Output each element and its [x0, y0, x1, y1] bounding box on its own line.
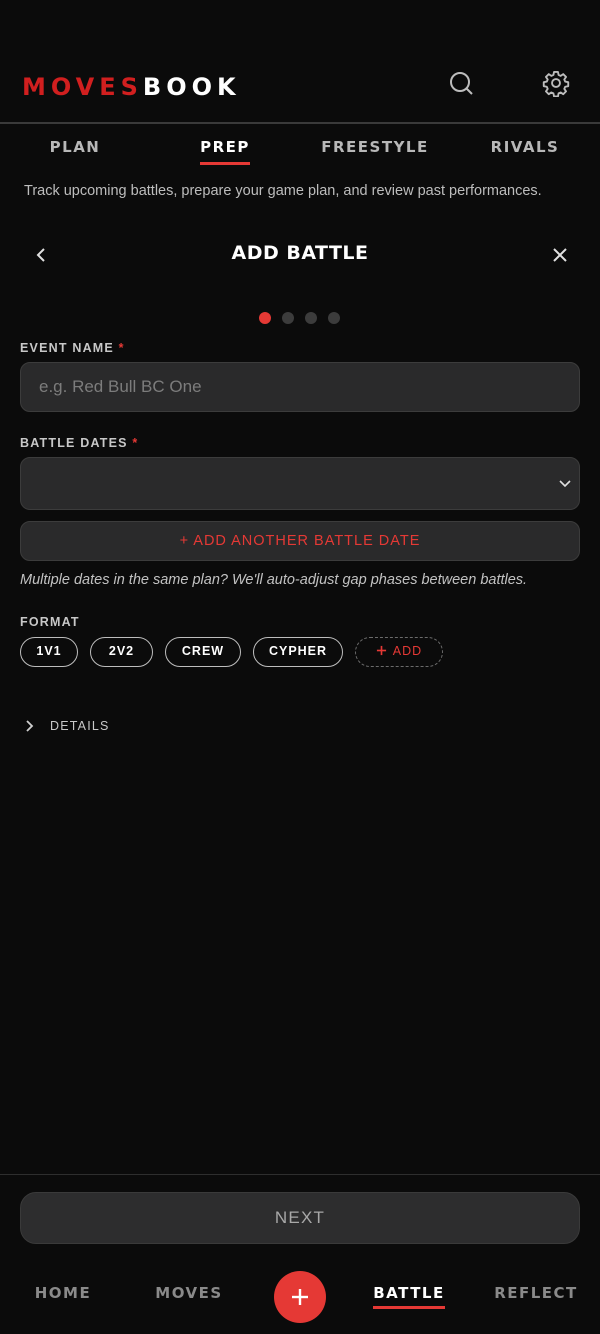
tab-prep[interactable]: PREP	[150, 138, 300, 165]
tab-label: RIVALS	[490, 138, 560, 156]
plus-icon	[376, 645, 386, 656]
step-dot	[328, 312, 340, 324]
nav-label: HOME	[34, 1284, 92, 1302]
top-tabs: PLAN PREP FREESTYLE RIVALS	[0, 126, 600, 172]
battle-dates-label-text: BATTLE DATES	[20, 436, 128, 450]
tab-label: PLAN	[49, 138, 101, 156]
modal-header: ADD BATTLE	[0, 232, 600, 278]
plus-icon	[292, 1289, 308, 1305]
step-dot	[259, 312, 271, 324]
nav-battle[interactable]: BATTLE	[354, 1284, 464, 1309]
next-button[interactable]: NEXT	[20, 1192, 580, 1244]
event-name-input[interactable]	[20, 362, 580, 412]
app-header: MOVESBOOK	[0, 0, 600, 124]
logo-moves: MOVES	[22, 73, 143, 101]
logo-book: BOOK	[142, 73, 241, 101]
nav-label: MOVES	[155, 1284, 223, 1302]
step-dot	[305, 312, 317, 324]
details-label: DETAILS	[50, 719, 110, 733]
dates-hint: Multiple dates in the same plan? We'll a…	[20, 572, 528, 588]
tab-label: PREP	[200, 138, 250, 165]
battle-date-select[interactable]	[20, 457, 580, 510]
step-dot	[282, 312, 294, 324]
chevron-right-icon	[26, 720, 34, 732]
nav-reflect[interactable]: REFLECT	[481, 1284, 591, 1302]
battle-dates-label: BATTLE DATES *	[20, 436, 138, 450]
event-name-label-text: EVENT NAME	[20, 341, 114, 355]
nav-home[interactable]: HOME	[8, 1284, 118, 1302]
required-mark: *	[118, 341, 125, 355]
event-name-label: EVENT NAME *	[20, 341, 125, 355]
format-chip-cypher[interactable]: CYPHER	[253, 637, 343, 667]
close-button[interactable]	[545, 240, 575, 270]
add-format-button[interactable]: ADD	[355, 637, 443, 667]
add-fab-button[interactable]	[274, 1271, 326, 1323]
chevron-down-icon	[559, 480, 571, 488]
modal-title: ADD BATTLE	[231, 242, 369, 264]
format-chip-2v2[interactable]: 2V2	[90, 637, 153, 667]
format-chip-1v1[interactable]: 1V1	[20, 637, 78, 667]
close-icon	[553, 248, 567, 262]
divider	[0, 1174, 600, 1175]
nav-moves[interactable]: MOVES	[134, 1284, 244, 1302]
search-icon[interactable]	[446, 68, 476, 98]
nav-label: BATTLE	[373, 1284, 445, 1309]
tab-label: FREESTYLE	[321, 138, 429, 156]
add-battle-date-button[interactable]: + ADD ANOTHER BATTLE DATE	[20, 521, 580, 561]
step-indicator	[259, 312, 340, 324]
app-logo: MOVESBOOK	[22, 73, 241, 101]
nav-label: REFLECT	[494, 1284, 578, 1302]
tab-rivals[interactable]: RIVALS	[450, 138, 600, 156]
details-toggle[interactable]: DETAILS	[24, 716, 110, 736]
format-chip-crew[interactable]: CREW	[165, 637, 241, 667]
add-format-label: ADD	[392, 644, 423, 658]
gear-icon[interactable]	[541, 68, 571, 98]
required-mark: *	[132, 436, 139, 450]
format-label: FORMAT	[20, 615, 80, 629]
page-subtitle: Track upcoming battles, prepare your gam…	[24, 183, 542, 199]
tab-plan[interactable]: PLAN	[0, 138, 150, 156]
tab-freestyle[interactable]: FREESTYLE	[300, 138, 450, 156]
